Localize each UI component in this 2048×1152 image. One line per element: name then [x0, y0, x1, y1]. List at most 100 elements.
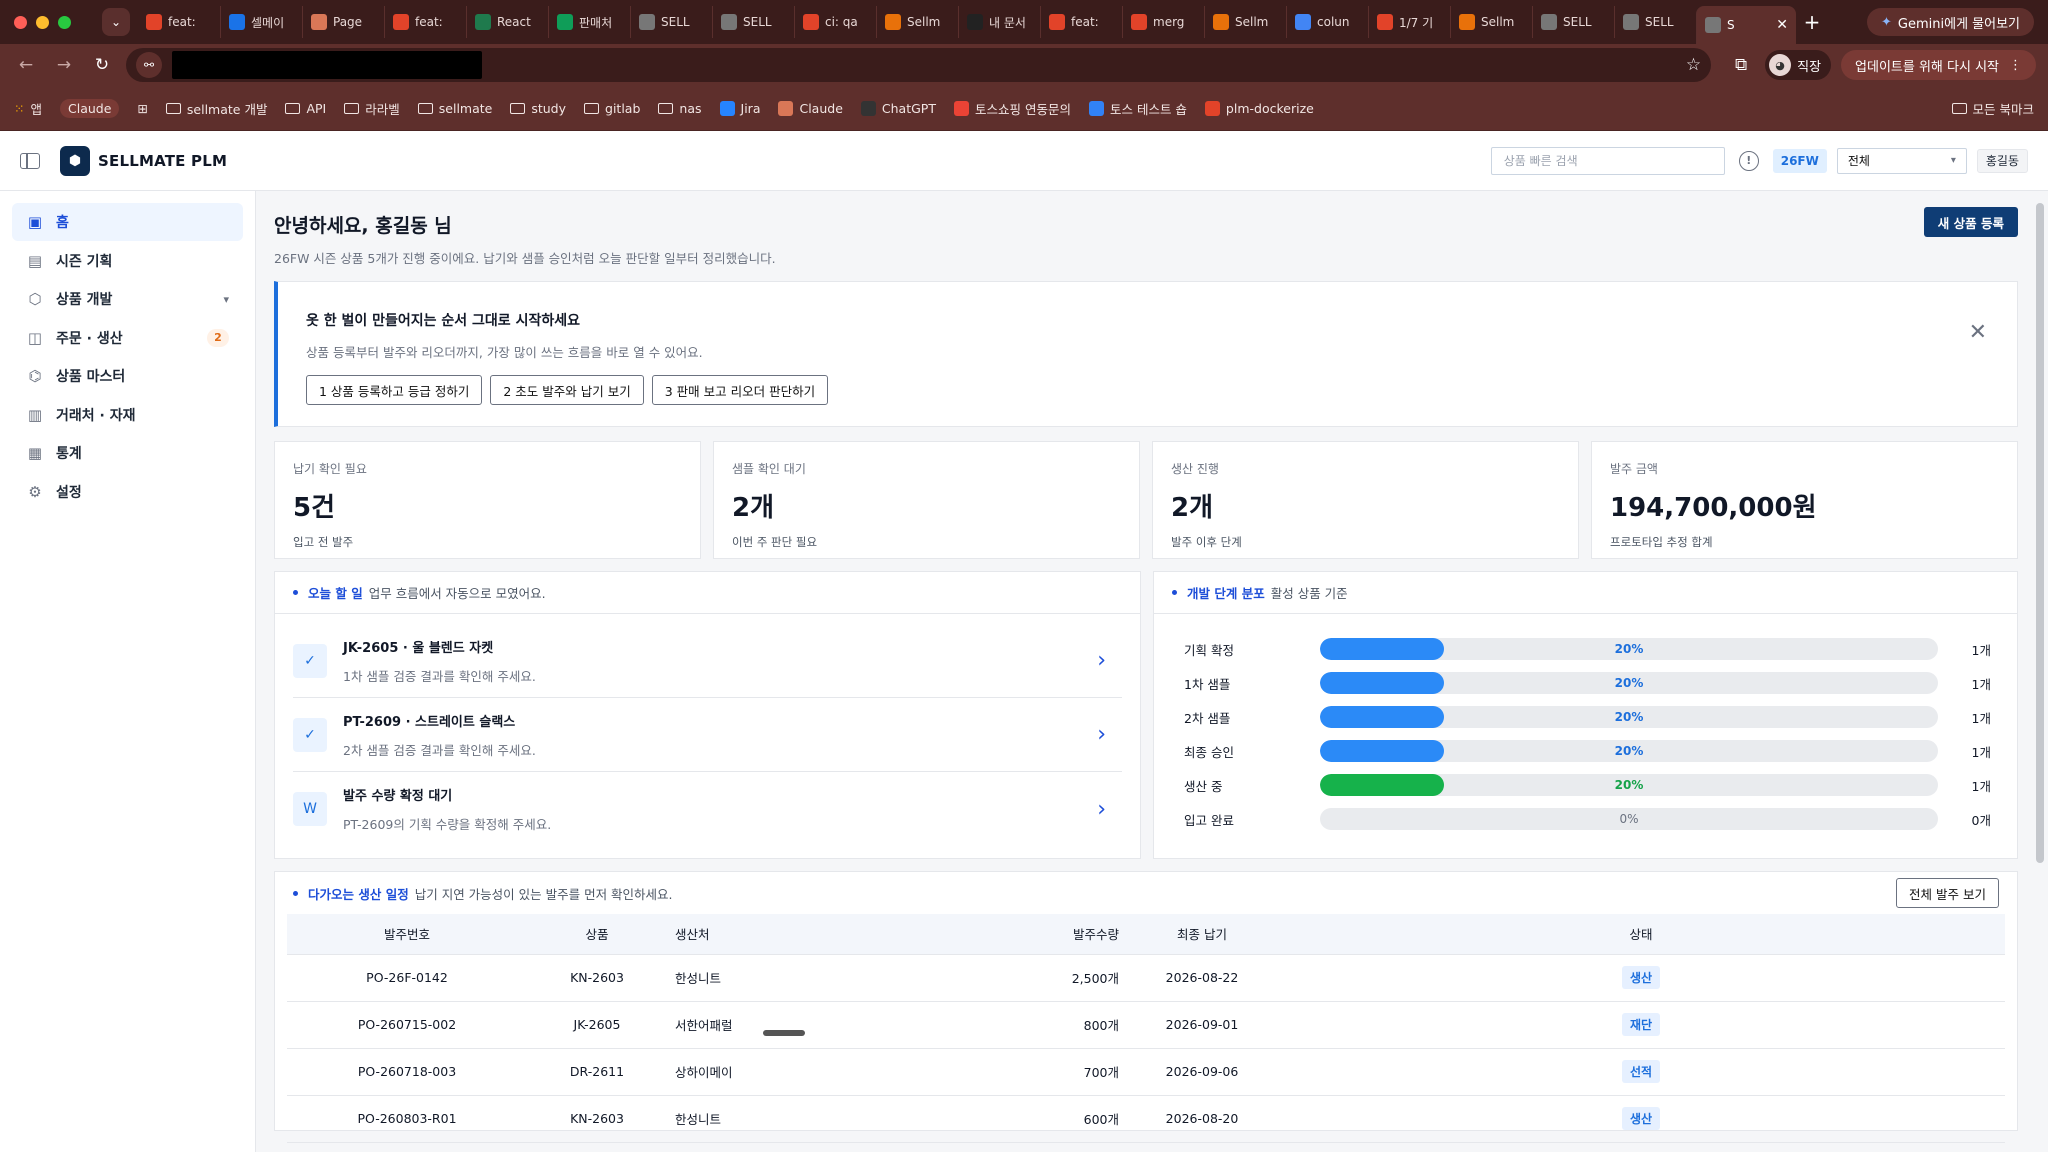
chevron-right-icon[interactable]: › — [1097, 797, 1106, 822]
kpi-card[interactable]: 생산 진행 2개 발주 이후 단계 — [1152, 441, 1579, 559]
browser-tab[interactable]: 판매처 — [548, 6, 630, 38]
browser-tab-active[interactable]: S ✕ — [1696, 6, 1796, 44]
table-row[interactable]: PO-260715-002 JK-2605 서한어패럴 800개 2026-09-01 재… — [287, 1001, 2005, 1049]
stage-bar: 20% — [1320, 672, 1938, 694]
bookmark-item[interactable]: 토스쇼핑 연동문의 — [953, 99, 1071, 118]
close-window-button[interactable] — [14, 15, 27, 29]
browser-tab[interactable]: colun — [1286, 6, 1368, 38]
info-icon[interactable]: ! — [1738, 150, 1759, 171]
close-icon[interactable]: ✕ — [1969, 320, 1987, 345]
maximize-window-button[interactable] — [58, 15, 71, 29]
todo-item[interactable]: ✓ PT-2609 · 스트레이트 슬랙스 2차 샘플 검증 결과를 확인해 주세요… — [293, 698, 1122, 772]
sidebar-item[interactable]: ◫ 주문 · 생산 2 — [12, 319, 243, 357]
sidebar-item[interactable]: ⬡ 상품 개발 ▾ — [12, 280, 243, 318]
new-product-button[interactable]: 새 상품 등록 — [1923, 207, 2018, 237]
order-icon: W — [293, 792, 327, 826]
browser-tab[interactable]: SELL — [1532, 6, 1614, 38]
table-cell: 한성니트 — [667, 1095, 927, 1143]
site-settings-icon[interactable]: ⚯ — [136, 52, 162, 78]
table-row[interactable]: PO-260718-003 DR-2611 상하이메이 700개 2026-09-06 선… — [287, 1048, 2005, 1096]
table-row[interactable]: PO-26F-0142 KN-2603 한성니트 2,500개 2026-08-22 생산 — [287, 954, 2005, 1002]
close-tab-icon[interactable]: ✕ — [1776, 17, 1788, 33]
bookmark-item[interactable]: 라라벨 — [344, 99, 400, 118]
bookmark-item[interactable]: gitlab — [584, 101, 640, 116]
update-restart-button[interactable]: 업데이트를 위해 다시 시작 ⋮ — [1841, 50, 2036, 80]
browser-tab[interactable]: Sellm — [876, 6, 958, 38]
browser-tab[interactable]: feat: — [138, 6, 220, 38]
bookmark-item[interactable]: sellmate 개발 — [165, 99, 267, 118]
kpi-card[interactable]: 발주 금액 194,700,000원 프로토타입 추정 합계 — [1591, 441, 2018, 559]
extensions-icon[interactable]: ⧉ — [1727, 55, 1755, 75]
todo-item[interactable]: ✓ JK-2605 · 울 블렌드 자켓 1차 샘플 검증 결과를 확인해 주세요.… — [293, 624, 1122, 698]
onboarding-step-1-button[interactable]: 1 상품 등록하고 등급 정하기 — [306, 375, 483, 405]
bookmark-item[interactable]: ChatGPT — [860, 100, 936, 116]
back-button[interactable]: ← — [12, 51, 40, 79]
kpi-card[interactable]: 샘플 확인 대기 2개 이번 주 판단 필요 — [713, 441, 1140, 559]
browser-tab[interactable]: 내 문서 — [958, 6, 1040, 38]
browser-tab[interactable]: SELL — [630, 6, 712, 38]
sidebar-item[interactable]: ▤ 시즌 기획 — [12, 242, 243, 280]
table-cell: KN-2603 — [527, 954, 667, 1002]
sidebar-item[interactable]: ▦ 통계 — [12, 434, 243, 472]
sidebar-item-label: 통계 — [56, 446, 82, 462]
browser-tab[interactable]: SELL — [712, 6, 794, 38]
sidebar-item[interactable]: ▣ 홈 — [12, 203, 243, 241]
browser-tab[interactable]: feat: — [384, 6, 466, 38]
bookmark-item[interactable]: plm-dockerize — [1204, 100, 1314, 116]
bookmark-label: ChatGPT — [881, 100, 936, 116]
browser-tab[interactable]: merg — [1122, 6, 1204, 38]
tab-search-button[interactable]: ⌄ — [102, 8, 130, 36]
user-chip[interactable]: 홍길동 — [1976, 148, 2028, 173]
sidebar-toggle-icon[interactable] — [20, 152, 40, 169]
bookmark-item[interactable]: Claude — [778, 100, 843, 116]
browser-tab[interactable]: Sellm — [1204, 6, 1286, 38]
sidebar-item-label: 상품 개발 — [56, 292, 113, 308]
favicon-icon — [1131, 14, 1147, 30]
browser-tab[interactable]: 셀메이 — [220, 6, 302, 38]
scope-select[interactable]: 전체 ▾ — [1836, 147, 1967, 174]
bookmark-item[interactable]: Claude — [60, 98, 120, 118]
kpi-card[interactable]: 납기 확인 필요 5건 입고 전 발주 — [274, 441, 701, 559]
favicon-icon — [475, 14, 491, 30]
profile-button[interactable]: ◕ 직장 — [1765, 50, 1832, 80]
all-bookmarks-button[interactable]: 모든 북마크 — [1951, 99, 2034, 118]
browser-tab[interactable]: Sellm — [1450, 6, 1532, 38]
omnibox[interactable]: ⚯ ☆ — [126, 48, 1712, 82]
bookmark-item[interactable]: ⊞ — [137, 101, 147, 116]
scrollbar[interactable] — [2036, 203, 2044, 863]
bookmark-item[interactable]: nas — [658, 101, 702, 116]
browser-tab[interactable]: ci: qa — [794, 6, 876, 38]
bookmark-item[interactable]: API — [285, 101, 326, 116]
browser-tab[interactable]: Page — [302, 6, 384, 38]
table-row[interactable]: PO-260803-R01 KN-2603 한성니트 600개 2026-08-20 생산 — [287, 1095, 2005, 1143]
gemini-button[interactable]: ✦ Gemini에게 물어보기 — [1867, 8, 2034, 36]
browser-tab[interactable]: feat: — [1040, 6, 1122, 38]
browser-tab[interactable]: SELL — [1614, 6, 1696, 38]
bookmark-item[interactable]: 토스 테스트 숍 — [1088, 99, 1187, 118]
sidebar-item[interactable]: ▥ 거래처 · 자재 — [12, 396, 243, 434]
stage-row: 생산 중 20% 1개 — [1184, 768, 1999, 802]
bookmark-item[interactable]: sellmate — [417, 101, 492, 116]
todo-item[interactable]: W 발주 수량 확정 대기 PT-2609의 기획 수량을 확정해 주세요. › — [293, 772, 1122, 846]
chevron-right-icon[interactable]: › — [1097, 648, 1106, 673]
minimize-window-button[interactable] — [36, 15, 49, 29]
browser-tab[interactable]: 1/7 기 — [1368, 6, 1450, 38]
sidebar-item[interactable]: ⌬ 상품 마스터 — [12, 357, 243, 395]
view-all-orders-button[interactable]: 전체 발주 보기 — [1896, 878, 1999, 908]
forward-button[interactable]: → — [50, 51, 78, 79]
browser-tab[interactable]: React — [466, 6, 548, 38]
new-tab-button[interactable]: + — [1796, 10, 1828, 34]
stage-row: 2차 샘플 20% 1개 — [1184, 700, 1999, 734]
bookmark-star-icon[interactable]: ☆ — [1686, 55, 1701, 75]
onboarding-step-3-button[interactable]: 3 판매 보고 리오더 판단하기 — [651, 375, 829, 405]
chevron-right-icon[interactable]: › — [1097, 722, 1106, 747]
season-badge[interactable]: 26FW — [1772, 148, 1827, 173]
quick-search-input[interactable] — [1490, 146, 1725, 175]
sidebar-item[interactable]: ⚙ 설정 — [12, 473, 243, 511]
onboarding-step-2-button[interactable]: 2 초도 발주와 납기 보기 — [490, 375, 644, 405]
drag-handle[interactable] — [762, 1029, 805, 1036]
reload-button[interactable]: ↻ — [88, 51, 116, 79]
bookmark-item[interactable]: ⁙ 앱 — [14, 99, 42, 118]
bookmark-item[interactable]: study — [510, 101, 566, 116]
bookmark-item[interactable]: Jira — [719, 100, 760, 116]
